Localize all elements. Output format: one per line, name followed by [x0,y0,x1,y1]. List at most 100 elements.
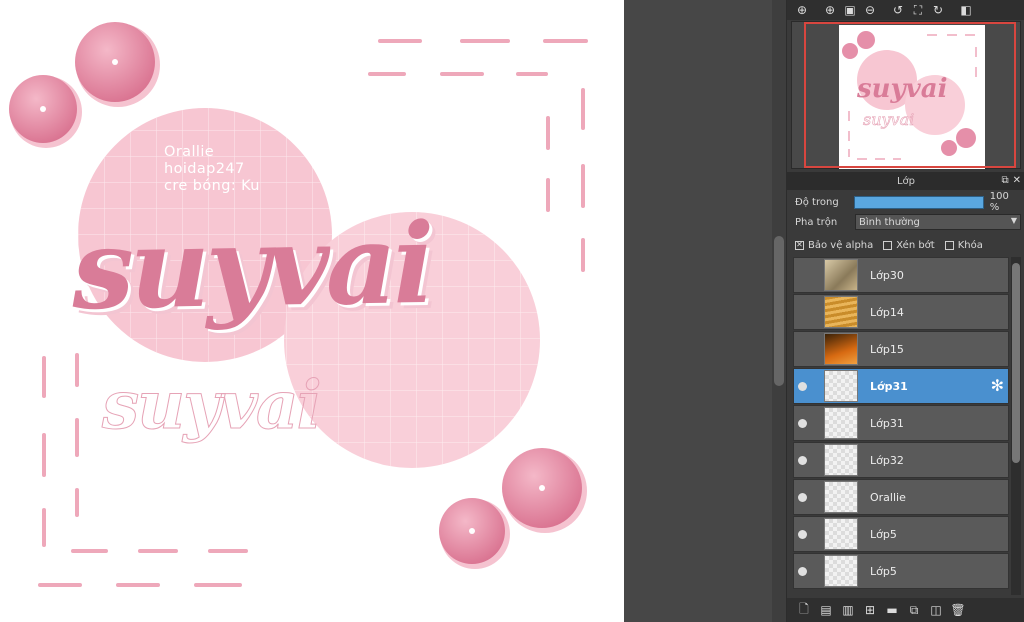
layer-thumbnail [824,518,858,550]
navigator-toolbar: ⊕ ⊕ ▣ ⊖ ↺ ⛶ ↻ ◧ [787,0,1024,20]
layer-name: Lớp5 [870,564,897,578]
panel-close-icon[interactable]: ✕ [1013,175,1021,186]
layer-name: Lớp5 [870,527,897,541]
fit-window-icon[interactable]: ▣ [841,2,859,19]
layer-thumbnail [824,555,858,587]
layer-row[interactable]: Lớp15 [793,331,1009,367]
layer-name: Lớp32 [870,453,904,467]
new-text-layer-icon[interactable]: ▥ [839,601,857,619]
drawing-canvas[interactable]: Orallie hoidap247 cre bóng: Ku suyvai su… [0,0,624,622]
visibility-toggle[interactable] [794,331,810,367]
flip-icon[interactable]: ◧ [957,2,975,19]
layer-list-scrollbar[interactable] [1011,257,1021,595]
fullscreen-icon[interactable]: ⛶ [909,2,927,19]
credit-line-3: cre bóng: Ku [164,178,260,194]
duplicate-layer-icon[interactable]: ⧉ [905,601,923,619]
layer-thumbnail [824,296,858,328]
lock-label: Khóa [957,239,983,251]
layer-thumbnail [824,370,858,402]
flower-bottom [439,498,510,569]
layer-thumbnail [824,407,858,439]
clipping-label: Xén bớt [896,239,935,251]
eye-icon [797,381,807,391]
layer-thumbnail [824,444,858,476]
protect-alpha-box[interactable]: ✕ [795,240,804,250]
visibility-toggle[interactable] [794,516,810,552]
visibility-toggle[interactable] [794,405,810,441]
layer-row[interactable]: Orallie [793,479,1009,515]
visibility-toggle[interactable] [794,257,810,293]
credit-line-2: hoidap247 [164,161,245,177]
layer-row[interactable]: Lớp14 [793,294,1009,330]
lock-checkbox[interactable]: Khóa [944,239,983,251]
zoom-fit-icon[interactable]: ⊕ [793,2,811,19]
credit-text: Orallie hoidap247 cre bóng: Ku [164,144,260,195]
visibility-toggle[interactable] [794,442,810,478]
opacity-row: Độ trong 100 % [795,191,1021,213]
visibility-toggle[interactable] [794,294,810,330]
zoom-in-icon[interactable]: ⊕ [821,2,839,19]
protect-alpha-checkbox[interactable]: ✕ Bảo vệ alpha [795,240,873,251]
layer-name: Lớp15 [870,342,904,356]
layer-panel-header: Lớp ⧉ ✕ [787,172,1024,190]
panel-float-icon[interactable]: ⧉ [1001,175,1008,186]
gear-icon[interactable]: ✻ [991,378,1004,394]
zoom-out-icon[interactable]: ⊖ [861,2,879,19]
visibility-toggle[interactable] [794,553,810,589]
main-title-text: suyvai [70,198,432,335]
workspace-scrollbar[interactable] [772,0,786,622]
chevron-down-icon: ▼ [1010,216,1017,225]
eye-icon [797,455,807,465]
workspace-scroll-thumb[interactable] [774,236,784,386]
visibility-toggle[interactable] [794,479,810,515]
layer-row[interactable]: Lớp5 [793,516,1009,552]
clipping-box[interactable] [883,240,893,250]
layer-row[interactable]: Lớp32 [793,442,1009,478]
eye-icon [797,492,807,502]
eye-icon [797,418,807,428]
layer-panel-title: Lớp [896,175,916,187]
blend-mode-select[interactable]: Bình thường ▼ [855,214,1021,230]
layer-row[interactable]: Lớp30 [793,257,1009,293]
outline-title-text: suyvai [102,366,323,445]
layer-name: Lớp30 [870,268,904,282]
layer-row-selected[interactable]: Lớp31 ✻ [793,368,1009,404]
right-panel: ⊕ ⊕ ▣ ⊖ ↺ ⛶ ↻ ◧ suyvai suyvai Lớp ⧉ ✕ Độ… [786,0,1024,622]
eye-icon [797,566,807,576]
lock-box[interactable] [944,240,954,250]
layer-name: Lớp31 [870,379,908,393]
layer-thumbnail [824,333,858,365]
app-window: Orallie hoidap247 cre bóng: Ku suyvai su… [0,0,1024,622]
layer-thumbnail [824,481,858,513]
clipping-checkbox[interactable]: Xén bớt [883,239,935,251]
layer-list: Lớp30 Lớp14 Lớp15 Lớp31 ✻ Lớp31 Lớp32 Or… [793,257,1009,595]
flower-top [75,22,160,107]
credit-line-1: Orallie [164,144,215,160]
layer-options: ✕ Bảo vệ alpha Xén bớt Khóa [795,237,1021,253]
workspace-area [624,0,772,622]
opacity-value: 100 % [989,191,1009,213]
layer-list-scroll-thumb[interactable] [1012,263,1020,463]
layer-name: Orallie [870,490,906,504]
layer-row[interactable]: Lớp5 [793,553,1009,589]
new-layer-icon[interactable]: 🗋 [795,601,813,619]
merge-layer-icon[interactable]: ◫ [927,601,945,619]
new-raster-layer-icon[interactable]: ▤ [817,601,835,619]
visibility-toggle[interactable] [794,368,810,404]
layer-thumbnail [824,259,858,291]
navigator-view-frame[interactable] [804,22,1016,168]
folder-icon[interactable]: ▬ [883,601,901,619]
rotate-left-icon[interactable]: ↺ [889,2,907,19]
navigator-preview[interactable]: suyvai suyvai [791,21,1021,169]
layer-row[interactable]: Lớp31 [793,405,1009,441]
flower-right [502,448,587,533]
flower-left [9,75,82,148]
rotate-right-icon[interactable]: ↻ [929,2,947,19]
eye-icon [797,529,807,539]
blend-mode-value: Bình thường [859,216,920,228]
opacity-slider[interactable] [853,195,984,209]
opacity-label: Độ trong [795,196,839,208]
trash-icon[interactable]: 🗑 [949,601,967,619]
add-layer-dropdown-icon[interactable]: ⊞ [861,601,879,619]
layer-toolbar: 🗋 ▤ ▥ ⊞ ▬ ⧉ ◫ 🗑 [787,598,1024,622]
